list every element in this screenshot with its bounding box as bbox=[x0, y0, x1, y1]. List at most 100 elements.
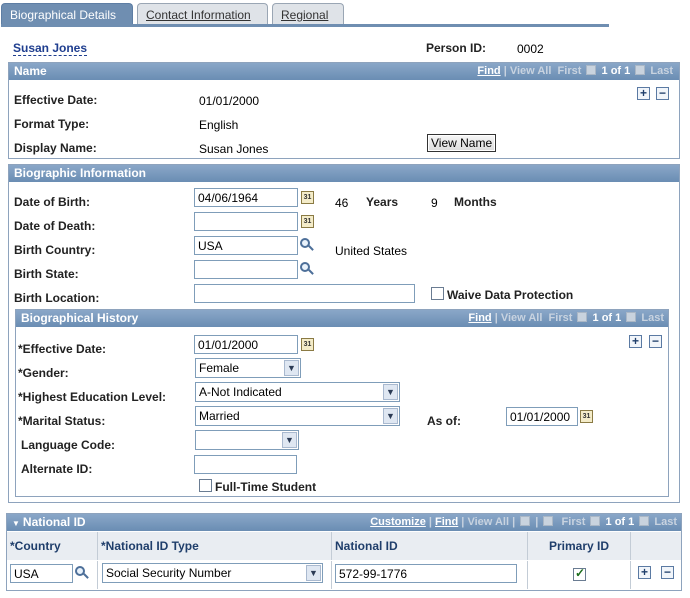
dod-label: Date of Death: bbox=[14, 219, 96, 233]
gender-value: Female bbox=[199, 361, 240, 375]
national-id-type-select[interactable]: Social Security Number ▼ bbox=[102, 563, 323, 583]
language-code-select[interactable]: ▼ bbox=[195, 430, 299, 450]
chevron-down-icon: ▼ bbox=[383, 408, 398, 424]
chevron-down-icon: ▼ bbox=[306, 565, 321, 581]
history-add-row-icon[interactable]: + bbox=[629, 335, 642, 348]
history-prev-arrow-icon[interactable] bbox=[577, 312, 588, 323]
grid-prev-arrow-icon[interactable] bbox=[590, 516, 601, 527]
grid-last-link[interactable]: Last bbox=[654, 516, 677, 528]
birth-location-label: Birth Location: bbox=[14, 291, 100, 305]
collapse-arrow-icon[interactable]: ▼ bbox=[12, 519, 20, 528]
delete-row-icon[interactable]: − bbox=[656, 87, 669, 100]
bio-history-header: Biographical History Find | View All Fir… bbox=[16, 310, 668, 327]
birth-country-description: United States bbox=[335, 244, 408, 258]
column-header-country[interactable]: *Country bbox=[7, 532, 98, 560]
history-effective-date-input[interactable]: 01/01/2000 bbox=[194, 335, 298, 354]
history-view-all-link[interactable]: View All bbox=[501, 312, 543, 324]
birth-state-lookup-icon[interactable] bbox=[300, 262, 314, 276]
column-header-primary-id[interactable]: Primary ID bbox=[528, 532, 631, 560]
display-name-value: Susan Jones bbox=[199, 142, 269, 156]
chevron-down-icon: ▼ bbox=[284, 360, 299, 376]
birth-state-input[interactable] bbox=[194, 260, 298, 279]
customize-link[interactable]: Customize bbox=[370, 516, 426, 528]
bio-history-nav: Find | View All First 1 of 1 Last bbox=[468, 312, 664, 324]
birth-location-input[interactable] bbox=[194, 284, 415, 303]
grid-first-link[interactable]: First bbox=[562, 516, 586, 528]
bio-history-title: Biographical History bbox=[21, 311, 139, 325]
waive-data-protection-label: Waive Data Protection bbox=[447, 288, 574, 302]
row-count: 1 of 1 bbox=[601, 65, 631, 77]
chevron-down-icon: ▼ bbox=[282, 432, 297, 448]
birth-country-input[interactable]: USA bbox=[194, 236, 298, 255]
display-name-label: Display Name: bbox=[14, 141, 97, 155]
column-header-national-id[interactable]: National ID bbox=[332, 532, 528, 560]
alternate-id-input[interactable] bbox=[194, 455, 297, 474]
history-last-link[interactable]: Last bbox=[641, 312, 664, 324]
education-select[interactable]: A-Not Indicated ▼ bbox=[195, 382, 400, 402]
grid-add-row-icon[interactable]: + bbox=[638, 566, 651, 579]
as-of-calendar-icon[interactable]: 31 bbox=[580, 410, 593, 423]
national-id-input[interactable]: 572-99-1776 bbox=[335, 564, 517, 583]
history-row-count: 1 of 1 bbox=[592, 312, 622, 324]
as-of-label: As of: bbox=[427, 414, 461, 428]
grid-view-all-link[interactable]: View All bbox=[467, 516, 509, 528]
view-all-link[interactable]: View All bbox=[510, 65, 552, 77]
history-find-link[interactable]: Find bbox=[468, 312, 491, 324]
column-header-id-type[interactable]: *National ID Type bbox=[98, 532, 332, 560]
last-link[interactable]: Last bbox=[650, 65, 673, 77]
language-code-label: Language Code: bbox=[21, 438, 116, 452]
tab-contact-information[interactable]: Contact Information bbox=[137, 3, 268, 25]
chevron-down-icon: ▼ bbox=[383, 384, 398, 400]
country-lookup-icon[interactable] bbox=[75, 566, 89, 580]
age-months: 9 bbox=[431, 196, 438, 210]
next-arrow-icon[interactable] bbox=[635, 65, 646, 76]
history-next-arrow-icon[interactable] bbox=[626, 312, 637, 323]
person-id-value: 0002 bbox=[517, 42, 544, 56]
history-delete-row-icon[interactable]: − bbox=[649, 335, 662, 348]
download-grid-icon[interactable] bbox=[543, 516, 554, 527]
prev-arrow-icon[interactable] bbox=[586, 65, 597, 76]
history-effective-date-calendar-icon[interactable]: 31 bbox=[301, 338, 314, 351]
history-first-link[interactable]: First bbox=[549, 312, 573, 324]
waive-data-protection-checkbox[interactable] bbox=[431, 287, 444, 300]
tab-underline bbox=[1, 24, 609, 27]
name-effective-date: 01/01/2000 bbox=[199, 94, 260, 108]
full-time-student-label: Full-Time Student bbox=[215, 480, 317, 494]
name-section-title: Name bbox=[14, 64, 47, 78]
zoom-icon[interactable] bbox=[520, 516, 531, 527]
tab-regional[interactable]: Regional bbox=[272, 3, 344, 25]
dod-input[interactable] bbox=[194, 212, 298, 231]
tab-biographical-details[interactable]: Biographical Details bbox=[1, 3, 133, 26]
education-value: A-Not Indicated bbox=[199, 385, 282, 399]
age-years: 46 bbox=[335, 196, 349, 210]
gender-select[interactable]: Female ▼ bbox=[195, 358, 301, 378]
person-id-label: Person ID: bbox=[426, 41, 487, 55]
bio-info-title: Biographic Information bbox=[14, 166, 146, 180]
national-id-type-value: Social Security Number bbox=[106, 566, 232, 580]
country-input[interactable]: USA bbox=[10, 564, 73, 583]
add-row-icon[interactable]: + bbox=[637, 87, 650, 100]
view-name-button[interactable]: View Name bbox=[427, 134, 497, 152]
full-time-student-checkbox[interactable] bbox=[199, 479, 212, 492]
as-of-input[interactable]: 01/01/2000 bbox=[506, 407, 578, 426]
nav-separator: | bbox=[494, 312, 498, 324]
dod-calendar-icon[interactable]: 31 bbox=[301, 215, 314, 228]
nav-separator: | bbox=[512, 516, 516, 528]
grid-next-arrow-icon[interactable] bbox=[639, 516, 650, 527]
find-link[interactable]: Find bbox=[477, 65, 500, 77]
grid-row-count: 1 of 1 bbox=[605, 516, 635, 528]
primary-id-checkbox[interactable] bbox=[573, 566, 586, 581]
birth-country-lookup-icon[interactable] bbox=[300, 238, 314, 252]
birth-country-label: Birth Country: bbox=[14, 243, 96, 257]
dob-calendar-icon[interactable]: 31 bbox=[301, 191, 314, 204]
marital-status-select[interactable]: Married ▼ bbox=[195, 406, 400, 426]
national-id-nav: Customize | Find | View All | | First 1 … bbox=[370, 516, 677, 528]
column-header-actions bbox=[631, 532, 681, 560]
dob-input[interactable]: 04/06/1964 bbox=[194, 188, 298, 207]
grid-delete-row-icon[interactable]: − bbox=[661, 566, 674, 579]
first-link[interactable]: First bbox=[558, 65, 582, 77]
grid-find-link[interactable]: Find bbox=[435, 516, 458, 528]
person-name-link[interactable]: Susan Jones bbox=[13, 41, 88, 56]
birth-state-label: Birth State: bbox=[14, 267, 79, 281]
nav-separator: | bbox=[461, 516, 465, 528]
